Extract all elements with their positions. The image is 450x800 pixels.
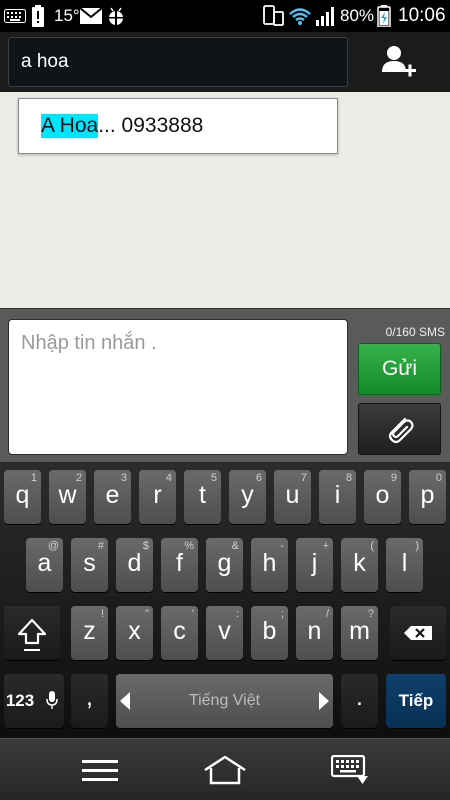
backspace-key[interactable] (390, 606, 446, 660)
send-button[interactable]: Gửi (358, 343, 441, 395)
home-icon (204, 755, 246, 785)
key-f[interactable]: % f (161, 538, 198, 592)
key-w[interactable]: 2w (49, 470, 86, 524)
temperature-text: 15° (54, 6, 80, 25)
battery-percent: 80% (340, 6, 375, 25)
key-c[interactable]: ' c (161, 606, 198, 660)
arrow-right-icon (319, 692, 329, 710)
next-key[interactable]: Tiếp (386, 674, 446, 728)
key-a[interactable]: @ a (26, 538, 63, 592)
key-n[interactable]: / n (296, 606, 333, 660)
conversation-area: A Hoa... 0933888 (0, 92, 450, 308)
comma-key[interactable]: , (71, 674, 108, 728)
keyboard-hide-icon (331, 755, 368, 784)
mail-icon (80, 0, 102, 32)
key-i[interactable]: 8i (319, 470, 356, 524)
add-contact-button[interactable] (376, 42, 420, 82)
menu-icon (82, 760, 118, 781)
recipient-input-text: a hoa (21, 51, 69, 72)
key-j[interactable]: + j (296, 538, 333, 592)
add-person-icon (382, 46, 416, 77)
shift-key[interactable] (4, 606, 60, 660)
microphone-icon (46, 691, 58, 709)
battery-charging-icon (377, 0, 391, 32)
key-b[interactable]: ; b (251, 606, 288, 660)
key-q[interactable]: 1q (4, 470, 41, 524)
compose-area: Nhập tin nhắn . 0/160 SMS Gửi (0, 308, 450, 462)
key-o[interactable]: 9o (364, 470, 401, 524)
hide-keyboard-button[interactable] (325, 753, 375, 787)
android-debug-icon (106, 0, 126, 32)
key-h[interactable]: -h (251, 538, 288, 592)
suggestion-rest: ... 0933888 (98, 114, 204, 137)
key-u[interactable]: 7u (274, 470, 311, 524)
sms-counter: 0/160 SMS (385, 325, 445, 339)
key-y[interactable]: 6y (229, 470, 266, 524)
key-r[interactable]: 4r (139, 470, 176, 524)
key-s[interactable]: # s (71, 538, 108, 592)
suggestion-highlight: A Hoa (41, 114, 99, 138)
key-z[interactable]: ! z (71, 606, 108, 660)
navigation-bar (0, 738, 450, 800)
recipient-bar: a hoa (0, 32, 450, 92)
numbers-key[interactable]: 123 (4, 674, 64, 728)
key-d[interactable]: $ d (116, 538, 153, 592)
attach-button[interactable] (358, 403, 441, 455)
key-m[interactable]: ? m (341, 606, 378, 660)
space-key[interactable]: Tiếng Việt (116, 674, 333, 728)
key-k[interactable]: (k (341, 538, 378, 592)
backspace-icon (404, 626, 432, 640)
keyboard: 1q 2w 3e 4r 5t 6y 7u 8i 9o 0p @ a # s $ d %… (0, 462, 450, 738)
shift-icon (17, 618, 47, 651)
contact-suggestion[interactable]: A Hoa... 0933888 (18, 98, 338, 154)
message-input[interactable]: Nhập tin nhắn . (8, 319, 348, 455)
key-g[interactable]: & g (206, 538, 243, 592)
key-l[interactable]: ) l (386, 538, 423, 592)
clock-time: 10:06 (398, 5, 446, 26)
key-v[interactable]: :v (206, 606, 243, 660)
keyboard-icon (4, 0, 26, 32)
wifi-icon (288, 0, 312, 32)
phone-screen-icon (262, 0, 284, 32)
paperclip-icon (388, 417, 414, 444)
language-label: Tiếng Việt (188, 692, 261, 709)
period-key[interactable]: . (341, 674, 378, 728)
key-t[interactable]: 5t (184, 470, 221, 524)
home-button[interactable] (200, 753, 250, 787)
key-e[interactable]: 3e (94, 470, 131, 524)
recipient-input[interactable]: a hoa (8, 37, 348, 87)
signal-icon (316, 0, 336, 32)
key-x[interactable]: " x (116, 606, 153, 660)
key-p[interactable]: 0p (409, 470, 446, 524)
status-bar: 15° 80% 10:06 (0, 0, 450, 32)
menu-button[interactable] (75, 753, 125, 787)
battery-alert-icon (32, 0, 44, 32)
